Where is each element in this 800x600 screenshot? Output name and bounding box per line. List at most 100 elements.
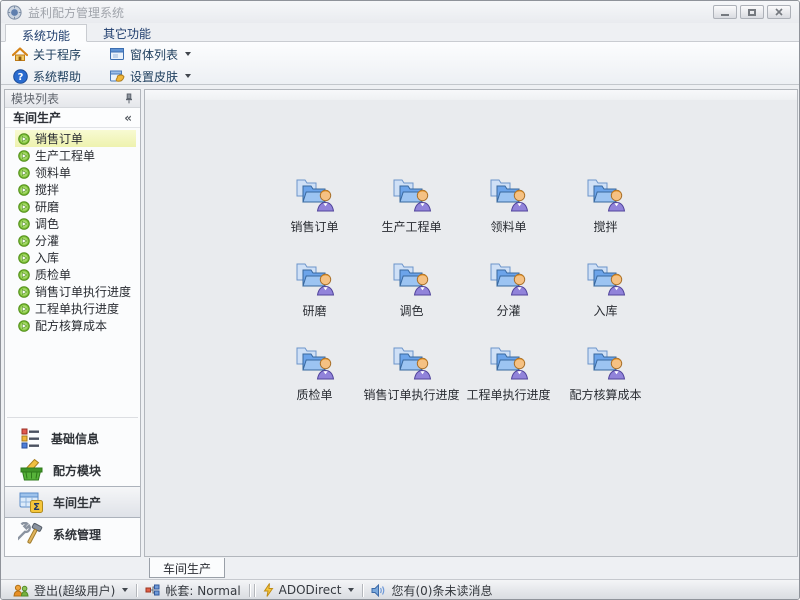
green-arrow-icon — [18, 184, 30, 196]
logout-label: 登出(超级用户) — [34, 582, 115, 599]
module-item-label: 搅拌 — [35, 181, 59, 198]
module-list: 销售订单 生产工程单 领料单 — [15, 130, 136, 334]
green-arrow-icon — [18, 286, 30, 298]
set-skin-button[interactable]: 设置皮肤 — [102, 67, 198, 86]
module-item-label: 调色 — [35, 215, 59, 232]
sidebar-group-basic-info[interactable]: 基础信息 — [5, 422, 140, 454]
dropdown-caret-icon — [185, 74, 191, 78]
sidebar-module-item[interactable]: 入库 — [15, 249, 136, 266]
shortcut-label: 研磨 — [302, 302, 326, 319]
folder-user-icon — [488, 174, 530, 215]
shortcut-item[interactable]: 销售订单执行进度 — [363, 342, 460, 426]
account-set-indicator[interactable]: 帐套: Normal — [139, 582, 246, 599]
group-label: 配方模块 — [53, 462, 101, 479]
workspace-top-strip — [145, 90, 797, 100]
sidebar-group-formula-module[interactable]: 配方模块 — [5, 454, 140, 486]
folder-user-icon — [294, 342, 336, 383]
maximize-button[interactable] — [740, 5, 764, 19]
sidebar-module-item[interactable]: 工程单执行进度 — [15, 300, 136, 317]
module-item-label: 领料单 — [35, 164, 71, 181]
shortcut-item[interactable]: 领料单 — [460, 174, 557, 258]
shortcut-label: 分灌 — [496, 302, 520, 319]
svg-text:?: ? — [17, 72, 23, 83]
module-item-label: 销售订单执行进度 — [35, 283, 131, 300]
close-button[interactable] — [767, 5, 791, 19]
sidebar-header: 模块列表 — [5, 90, 140, 108]
close-icon — [775, 8, 783, 16]
sidebar-module-item[interactable]: 领料单 — [15, 164, 136, 181]
module-item-label: 分灌 — [35, 232, 59, 249]
green-arrow-icon — [18, 252, 30, 264]
green-arrow-icon — [18, 320, 30, 332]
skin-icon — [109, 69, 125, 83]
list-icon — [18, 426, 42, 450]
sidebar-header-label: 模块列表 — [11, 90, 59, 107]
group-label: 车间生产 — [53, 494, 101, 511]
shortcut-item[interactable]: 调色 — [363, 258, 460, 342]
connection-icon — [145, 584, 160, 596]
pin-icon[interactable] — [124, 93, 134, 104]
help-icon: ? — [12, 69, 28, 84]
sidebar-spacer — [5, 334, 140, 415]
statusbar-separator — [136, 584, 137, 597]
green-arrow-icon — [18, 167, 30, 179]
shortcut-label: 质检单 — [296, 386, 332, 403]
shortcut-item[interactable]: 质检单 — [266, 342, 363, 426]
folder-user-icon — [585, 174, 627, 215]
shortcut-item[interactable]: 配方核算成本 — [557, 342, 654, 426]
sidebar-module-item[interactable]: 搅拌 — [15, 181, 136, 198]
form-list-button[interactable]: 窗体列表 — [102, 45, 198, 64]
green-arrow-icon — [18, 235, 30, 247]
shortcut-item[interactable]: 分灌 — [460, 258, 557, 342]
home-icon — [12, 47, 28, 62]
collapse-button[interactable]: « — [124, 111, 132, 125]
sidebar-separator[interactable] — [7, 417, 138, 418]
module-item-label: 配方核算成本 — [35, 317, 107, 334]
sidebar-module-item[interactable]: 质检单 — [15, 266, 136, 283]
sidebar-group-title-label: 车间生产 — [13, 109, 61, 126]
folder-user-icon — [585, 342, 627, 383]
shortcut-item[interactable]: 生产工程单 — [363, 174, 460, 258]
app-logo-icon — [7, 5, 22, 20]
sidebar-module-item[interactable]: 生产工程单 — [15, 147, 136, 164]
shortcut-item[interactable]: 销售订单 — [266, 174, 363, 258]
sidebar-group-workshop-production[interactable]: Σ 车间生产 — [5, 486, 140, 518]
shortcut-item[interactable]: 搅拌 — [557, 174, 654, 258]
sidebar-module-item[interactable]: 调色 — [15, 215, 136, 232]
shortcut-item[interactable]: 工程单执行进度 — [460, 342, 557, 426]
sidebar-bottom-pad — [5, 550, 140, 556]
minimize-button[interactable] — [713, 5, 737, 19]
tab-system-functions[interactable]: 系统功能 — [5, 24, 87, 42]
green-arrow-icon — [18, 150, 30, 162]
green-arrow-icon — [18, 218, 30, 230]
speaker-icon — [371, 584, 386, 597]
shortcut-item[interactable]: 研磨 — [266, 258, 363, 342]
sidebar-module-item[interactable]: 分灌 — [15, 232, 136, 249]
shortcut-label: 销售订单执行进度 — [363, 386, 459, 403]
shortcut-label: 配方核算成本 — [569, 386, 641, 403]
toolbar-row-2: ? 系统帮助 设置皮肤 — [5, 66, 795, 86]
dropdown-caret-icon — [348, 588, 354, 592]
group-label: 基础信息 — [51, 430, 99, 447]
sidebar-module-item[interactable]: 销售订单 — [15, 130, 136, 147]
basket-pencil-icon — [18, 458, 44, 482]
group-label: 系统管理 — [53, 526, 101, 543]
logout-button[interactable]: 登出(超级用户) — [7, 582, 134, 599]
sidebar-module-item[interactable]: 配方核算成本 — [15, 317, 136, 334]
about-program-button[interactable]: 关于程序 — [5, 45, 88, 64]
green-arrow-icon — [18, 133, 30, 145]
system-help-button[interactable]: ? 系统帮助 — [5, 67, 88, 86]
workspace-panel: 销售订单 生产工程单 — [144, 89, 798, 557]
sidebar-group-system-management[interactable]: 系统管理 — [5, 518, 140, 550]
shortcut-item[interactable]: 入库 — [557, 258, 654, 342]
green-arrow-icon — [18, 303, 30, 315]
unread-messages-indicator[interactable]: 您有(0)条未读消息 — [365, 582, 498, 599]
system-help-label: 系统帮助 — [33, 68, 81, 85]
sidebar-module-item[interactable]: 研磨 — [15, 198, 136, 215]
account-set-label: 帐套: Normal — [165, 582, 240, 599]
tab-other-functions[interactable]: 其它功能 — [87, 23, 167, 41]
sidebar-module-item[interactable]: 销售订单执行进度 — [15, 283, 136, 300]
provider-button[interactable]: ADODirect — [257, 583, 361, 597]
document-tab-workshop-production[interactable]: 车间生产 — [149, 558, 225, 578]
shortcut-label: 工程单执行进度 — [466, 386, 550, 403]
